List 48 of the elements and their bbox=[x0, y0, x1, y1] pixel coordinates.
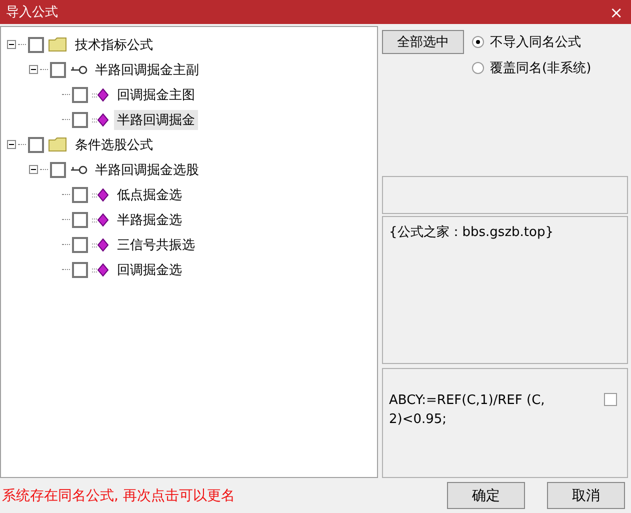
expand-toggle[interactable] bbox=[29, 165, 38, 174]
folder-icon bbox=[48, 137, 68, 152]
expand-toggle[interactable] bbox=[7, 140, 16, 149]
status-message: 系统存在同名公式, 再次点击可以更名 bbox=[2, 486, 236, 504]
tree-checkbox[interactable] bbox=[50, 62, 66, 78]
diamond-icon bbox=[92, 88, 110, 102]
tree-item[interactable]: 低点掘金选 bbox=[114, 184, 185, 204]
folder-icon bbox=[48, 37, 68, 52]
diamond-icon bbox=[92, 188, 110, 202]
tree-checkbox[interactable] bbox=[50, 162, 66, 178]
window-title: 导入公式 bbox=[6, 4, 58, 21]
tree-item[interactable]: 条件选股公式 bbox=[72, 134, 156, 154]
cancel-button[interactable]: 取消 bbox=[547, 482, 625, 509]
tree-item[interactable]: 半路掘金选 bbox=[114, 210, 185, 230]
diamond-icon bbox=[92, 112, 110, 126]
tree-checkbox[interactable] bbox=[72, 86, 88, 102]
key-icon bbox=[70, 64, 88, 74]
tree-checkbox[interactable] bbox=[28, 36, 44, 52]
tree-item[interactable]: 半路回调掘金 bbox=[114, 110, 198, 130]
tree-checkbox[interactable] bbox=[72, 262, 88, 278]
tree-item[interactable]: 半路回调掘金选股 bbox=[92, 160, 202, 180]
tree-checkbox[interactable] bbox=[72, 236, 88, 252]
tree-item[interactable]: 回调掘金选 bbox=[114, 260, 185, 280]
tree-checkbox[interactable] bbox=[28, 136, 44, 152]
option-label[interactable]: 覆盖同名(非系统) bbox=[490, 59, 592, 77]
input-field[interactable] bbox=[382, 176, 628, 214]
diamond-icon bbox=[92, 238, 110, 252]
tree-item[interactable]: 半路回调掘金主副 bbox=[92, 60, 202, 80]
formula-code: ABCY:=REF(C,1)/REF (C,2)<0.95; bbox=[389, 392, 546, 429]
tree-checkbox[interactable] bbox=[72, 112, 88, 128]
tree-item[interactable]: 技术指标公式 bbox=[72, 34, 156, 54]
tree-checkbox[interactable] bbox=[72, 212, 88, 228]
tree-item[interactable]: 三信号共振选 bbox=[114, 234, 198, 254]
diamond-icon bbox=[92, 262, 110, 276]
close-button[interactable]: × bbox=[610, 2, 623, 22]
radio-button[interactable] bbox=[472, 62, 484, 74]
description-text: {公式之家：bbs.gszb.top} bbox=[389, 225, 554, 240]
key-icon bbox=[70, 164, 88, 174]
radio-button[interactable] bbox=[472, 36, 484, 48]
expand-toggle[interactable] bbox=[29, 65, 38, 74]
diamond-icon bbox=[92, 212, 110, 226]
option-label[interactable]: 不导入同名公式 bbox=[490, 33, 581, 51]
expand-toggle[interactable] bbox=[7, 40, 16, 49]
tree-item[interactable]: 回调掘金主图 bbox=[114, 84, 198, 104]
select-all-button[interactable]: 全部选中 bbox=[382, 30, 464, 54]
tree-checkbox[interactable] bbox=[72, 186, 88, 202]
ok-button[interactable]: 确定 bbox=[447, 482, 525, 509]
checkbox[interactable] bbox=[604, 393, 617, 406]
